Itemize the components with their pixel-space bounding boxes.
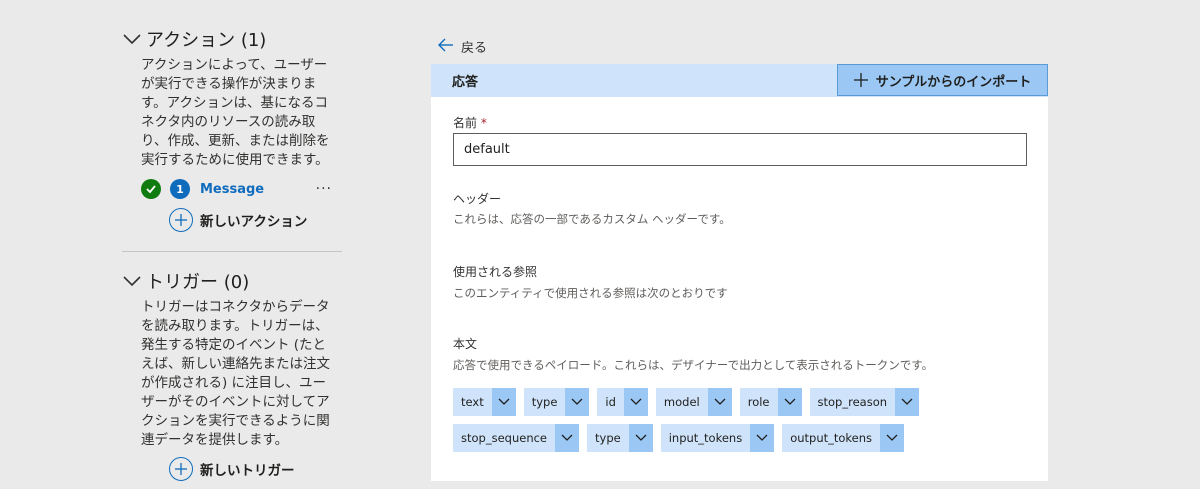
plus-icon [853, 73, 868, 87]
token-chip[interactable]: model [655, 388, 732, 416]
token-label: stop_reason [809, 388, 896, 416]
name-input[interactable] [453, 133, 1027, 166]
new-trigger-button[interactable]: 新しいトリガー [169, 456, 342, 482]
token-chip[interactable]: stop_reason [809, 388, 920, 416]
response-card: 応答 サンプルからのインポート 名前 * ヘッダー これらは、応答の一部であるカ… [431, 64, 1048, 481]
import-button-label: サンプルからのインポート [875, 74, 1032, 90]
token-label: output_tokens [782, 424, 881, 452]
body-label: 本文 [453, 337, 478, 351]
token-label: role [739, 388, 778, 416]
chevron-down-icon [122, 270, 144, 292]
actions-section-title: アクション (1) [146, 30, 267, 51]
new-action-label: 新しいアクション [200, 214, 308, 230]
chevron-down-icon[interactable] [623, 388, 648, 416]
name-field-label: 名前 * [453, 114, 487, 131]
new-action-button[interactable]: 新しいアクション [169, 207, 342, 233]
triggers-section-header[interactable]: トリガー (0) [122, 266, 342, 296]
references-label: 使用される参照 [453, 265, 538, 279]
references-description: このエンティティで使用される参照は次のとおりです [453, 286, 728, 300]
chevron-down-icon [122, 28, 144, 50]
new-trigger-label: 新しいトリガー [200, 463, 295, 479]
token-chip[interactable]: text [453, 388, 516, 416]
token-label: type [587, 424, 629, 452]
token-label: stop_sequence [453, 424, 556, 452]
arrow-left-icon [438, 37, 454, 56]
actions-section-header[interactable]: アクション (1) [122, 24, 342, 54]
back-label: 戻る [461, 40, 488, 56]
action-item[interactable]: 1 Message ··· [141, 176, 342, 202]
chevron-down-icon[interactable] [880, 424, 905, 452]
token-label: input_tokens [660, 424, 751, 452]
token-chip[interactable]: output_tokens [782, 424, 905, 452]
chevron-down-icon[interactable] [628, 424, 653, 452]
token-chip[interactable]: role [739, 388, 802, 416]
chevron-down-icon[interactable] [895, 388, 920, 416]
chevron-down-icon[interactable] [491, 388, 516, 416]
add-icon [169, 457, 193, 481]
import-from-sample-button[interactable]: サンプルからのインポート [837, 64, 1048, 96]
action-item-link[interactable]: Message [200, 182, 264, 197]
chevron-down-icon[interactable] [707, 388, 732, 416]
token-label: type [523, 388, 566, 416]
check-icon [141, 179, 161, 199]
more-options-icon[interactable]: ··· [316, 181, 332, 197]
left-panel: アクション (1) アクションによって、ユーザーが実行できる操作が決まります。ア… [122, 0, 342, 489]
body-description: 応答で使用できるペイロード。これらは、デザイナーで出力として表示されるトークンで… [453, 358, 934, 372]
token-chip[interactable]: stop_sequence [453, 424, 580, 452]
token-label: text [453, 388, 492, 416]
actions-section-description: アクションによって、ユーザーが実行できる操作が決まります。アクションは、基になる… [141, 57, 330, 168]
token-chip[interactable]: type [587, 424, 653, 452]
required-mark: * [480, 116, 487, 130]
section-divider [122, 251, 342, 252]
chevron-down-icon[interactable] [565, 388, 590, 416]
triggers-section-description: トリガーはコネクタからデータを読み取ります。トリガーは、発生する特定のイベント … [141, 299, 330, 448]
name-label-text: 名前 [453, 116, 478, 130]
chevron-down-icon[interactable] [750, 424, 775, 452]
token-chip[interactable]: type [523, 388, 590, 416]
token-row: text type id model role stop_reason [453, 388, 927, 416]
token-chip[interactable]: input_tokens [660, 424, 775, 452]
back-button[interactable]: 戻る [438, 36, 487, 56]
token-chip[interactable]: id [597, 388, 648, 416]
action-number-badge: 1 [170, 179, 190, 199]
token-row: stop_sequence type input_tokens output_toke… [453, 424, 927, 452]
chevron-down-icon[interactable] [777, 388, 802, 416]
response-title: 応答 [452, 75, 479, 90]
headers-description: これらは、応答の一部であるカスタム ヘッダーです。 [453, 212, 731, 226]
token-label: id [597, 388, 624, 416]
add-icon [169, 208, 193, 232]
triggers-section-title: トリガー (0) [146, 272, 250, 293]
token-label: model [655, 388, 708, 416]
body-tokens: text type id model role stop_reason stop_sequ… [453, 388, 927, 460]
chevron-down-icon[interactable] [555, 424, 580, 452]
response-header: 応答 サンプルからのインポート [431, 64, 1048, 97]
headers-label: ヘッダー [453, 192, 502, 206]
